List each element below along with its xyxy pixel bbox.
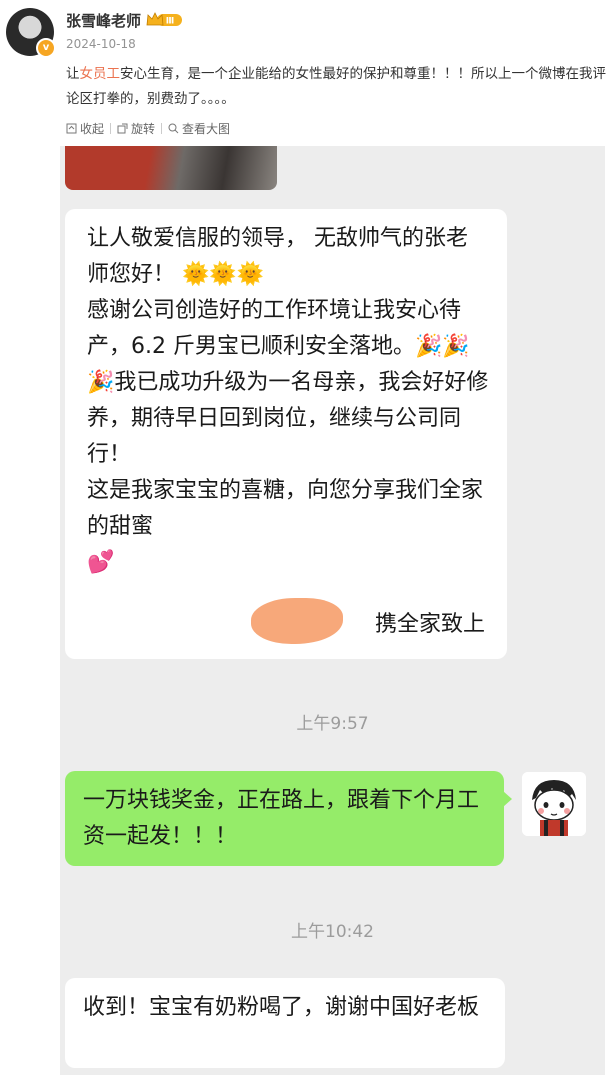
post-text-start: 让 bbox=[66, 66, 80, 82]
reply-text: 一万块钱奖金，正在路上，跟着下个月工资一起发！！！ bbox=[83, 788, 480, 849]
post-text-rest: 安心生育，是一个企业能给的女性最好的保护和尊重！！！所以上一个微博在我评论区打拳… bbox=[66, 66, 606, 107]
author-name[interactable]: 张雪峰老师 bbox=[66, 10, 141, 31]
level-badge-text: Ⅲ bbox=[166, 17, 175, 27]
collapse-icon bbox=[66, 123, 77, 133]
sender-avatar bbox=[522, 772, 586, 836]
verified-badge-icon: v bbox=[36, 38, 56, 58]
crown-level-badge-icon[interactable]: Ⅲ bbox=[145, 11, 183, 29]
magnify-icon bbox=[168, 123, 179, 133]
incoming-message-bubble: 收到！宝宝有奶粉喝了，谢谢中国好老板 bbox=[65, 978, 505, 1068]
collapse-button[interactable]: 收起 bbox=[60, 120, 110, 137]
author-avatar[interactable]: v bbox=[6, 8, 56, 58]
timestamp: 上午9:57 bbox=[296, 714, 369, 734]
message-text: 让人敬爱信服的领导， 无敌帅气的张老师您好！ 🌞🌞🌞 感谢公司创造好的工作环境让… bbox=[87, 226, 489, 575]
photo-thumbnail bbox=[65, 146, 277, 190]
post-date: 2024-10-18 bbox=[66, 37, 136, 51]
collapse-label: 收起 bbox=[80, 121, 105, 136]
outgoing-message-bubble: 一万块钱奖金，正在路上，跟着下个月工资一起发！！！ bbox=[65, 771, 512, 866]
message-text: 收到！宝宝有奶粉喝了，谢谢中国好老板 bbox=[83, 995, 480, 1020]
timestamp: 上午10:42 bbox=[291, 922, 374, 942]
post-header: v 张雪峰老师 Ⅲ 2024-10-18 让女员工安心生育，是一个企业能给的女性… bbox=[0, 0, 613, 110]
incoming-message-bubble: 让人敬爱信服的领导， 无敌帅气的张老师您好！ 🌞🌞🌞 感谢公司创造好的工作环境让… bbox=[65, 209, 507, 659]
image-toolbar: 收起 旋转 查看大图 bbox=[60, 116, 236, 140]
message-signature: 携全家致上 bbox=[374, 612, 485, 637]
post-text: 让女员工安心生育，是一个企业能给的女性最好的保护和尊重！！！所以上一个微博在我评… bbox=[66, 62, 606, 112]
post-text-highlight: 女员工 bbox=[79, 66, 121, 82]
rotate-button[interactable]: 旋转 bbox=[111, 120, 161, 137]
chat-screenshot[interactable]: 让人敬爱信服的领导， 无敌帅气的张老师您好！ 🌞🌞🌞 感谢公司创造好的工作环境让… bbox=[60, 146, 605, 1075]
rotate-label: 旋转 bbox=[131, 121, 156, 136]
view-large-button[interactable]: 查看大图 bbox=[162, 120, 236, 137]
view-large-label: 查看大图 bbox=[182, 121, 231, 136]
redaction-blob bbox=[251, 598, 343, 644]
rotate-icon bbox=[117, 123, 128, 133]
